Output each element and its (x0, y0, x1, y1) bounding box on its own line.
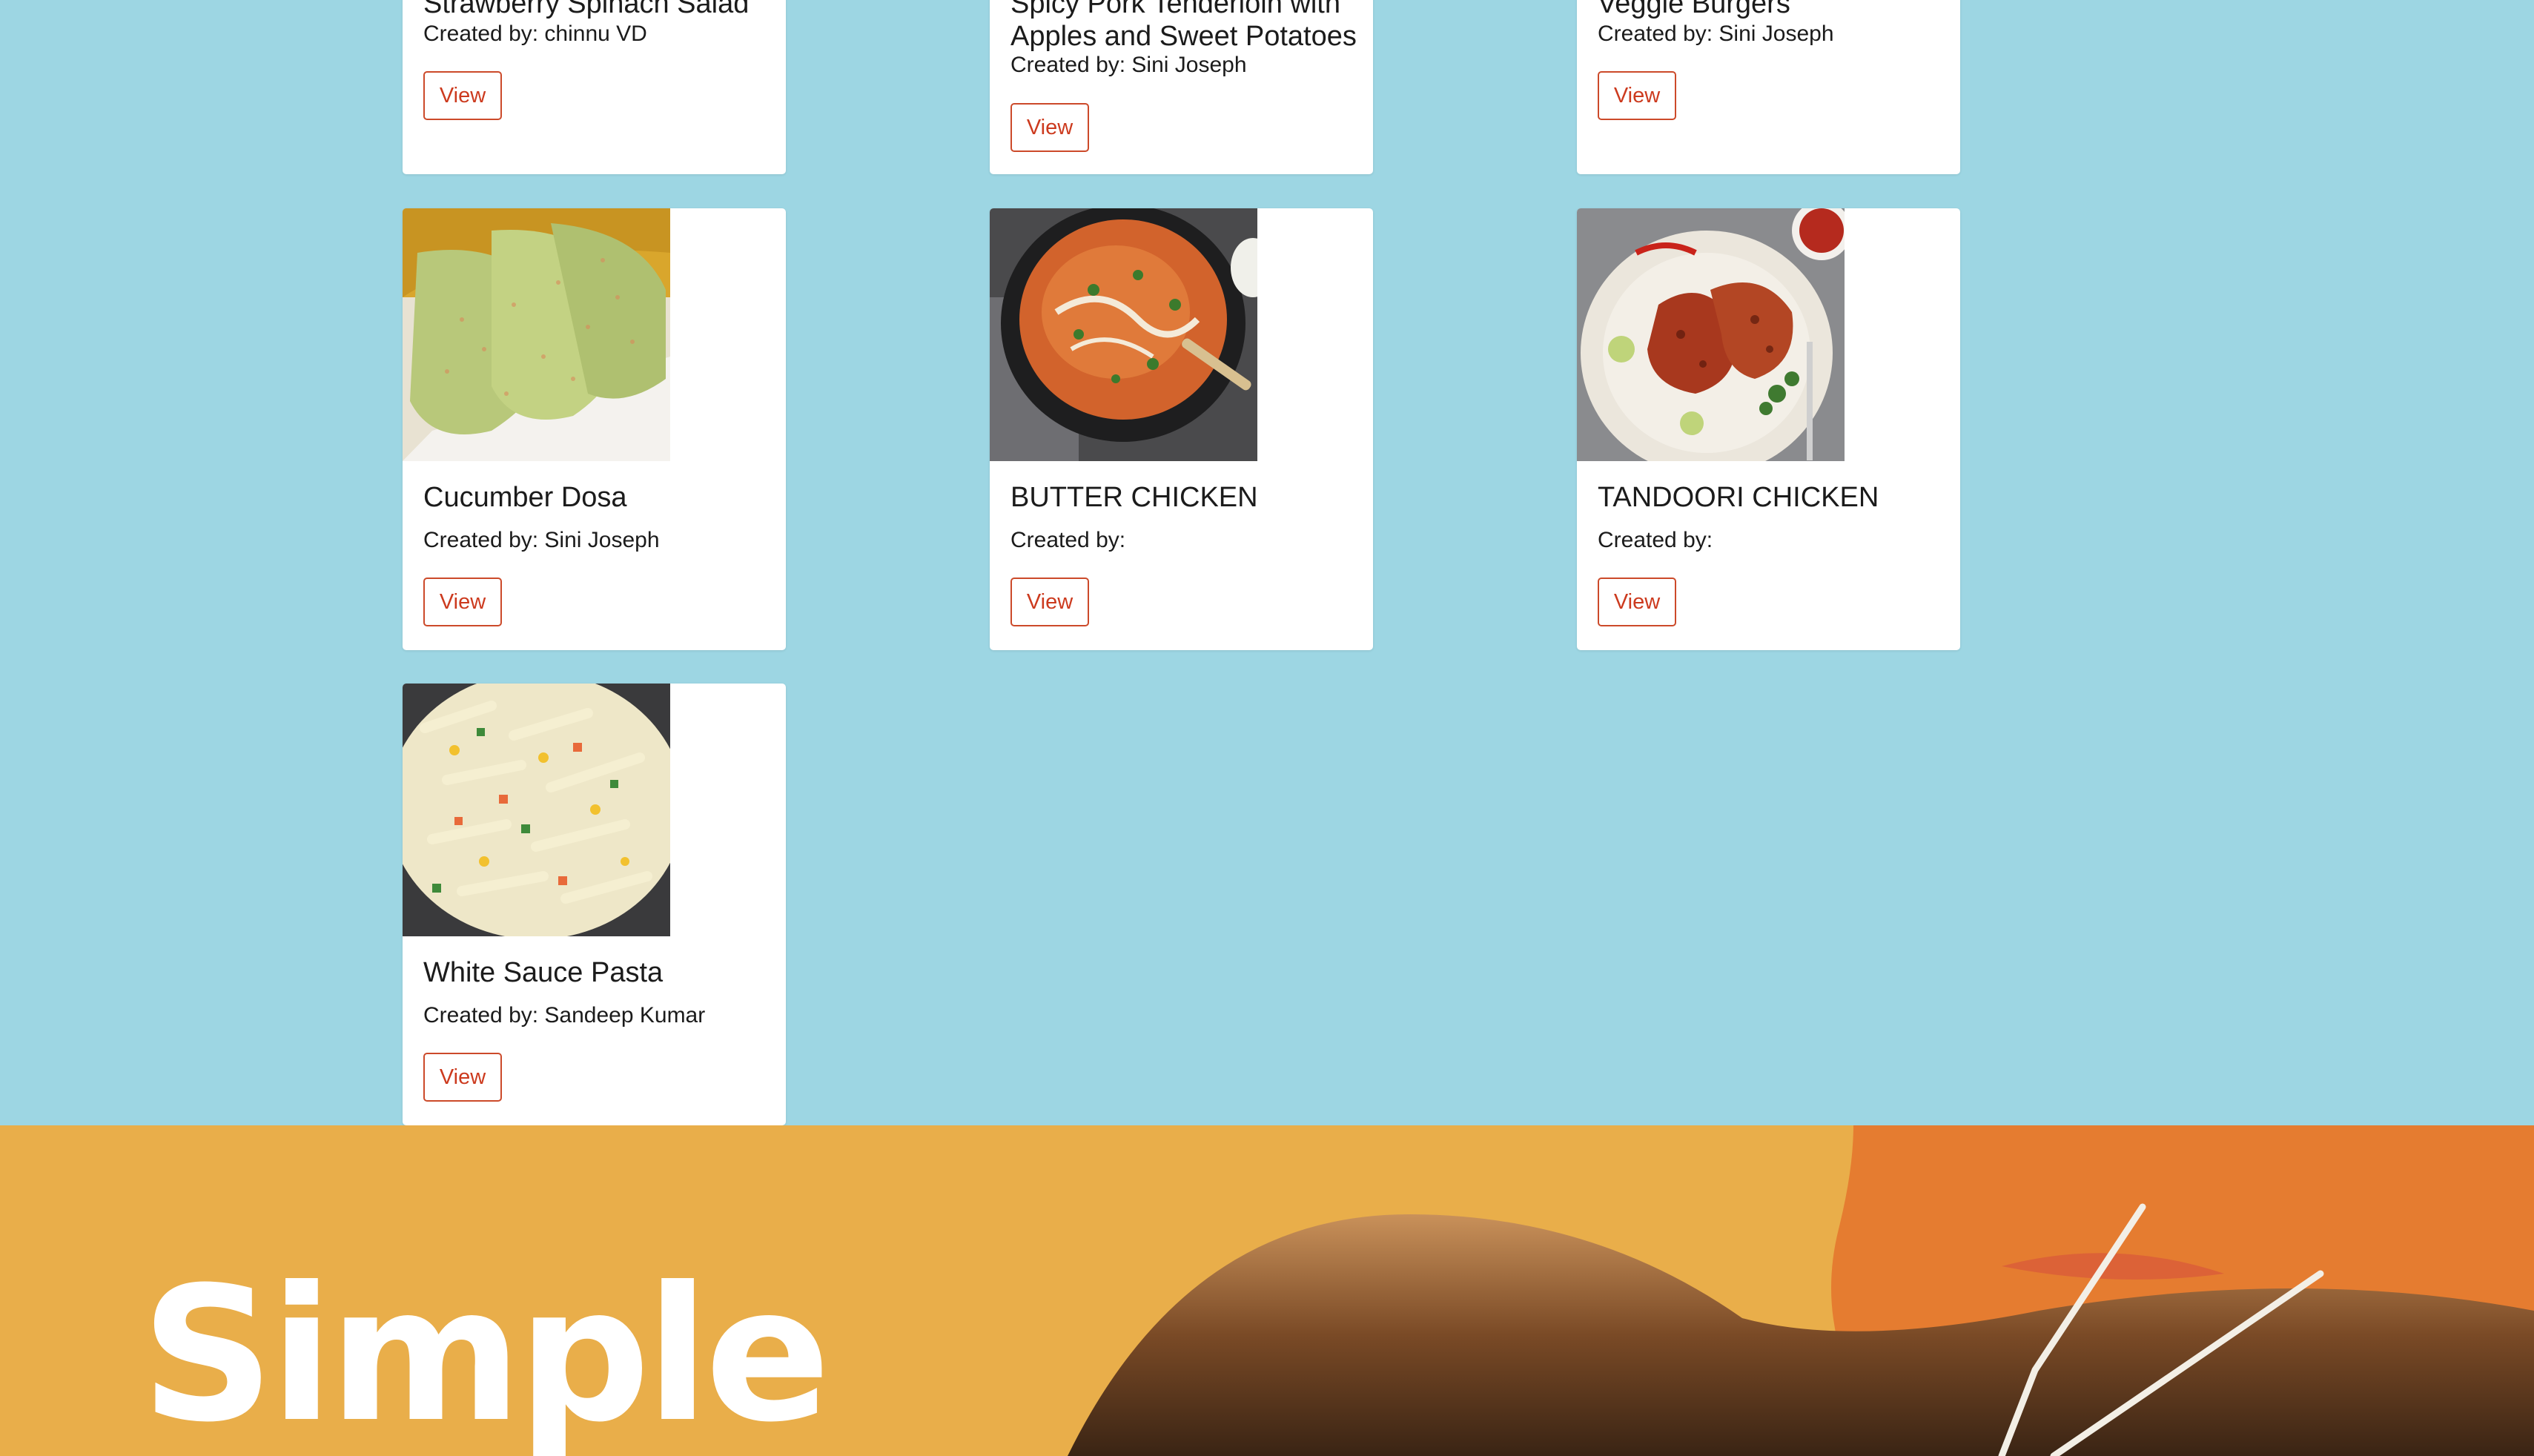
recipe-title-line2: Apples and Sweet Potatoes (1010, 21, 1357, 52)
recipe-creator: Created by: (1598, 528, 1713, 552)
recipe-card: Strawberry Spinach Salad Created by: chi… (403, 0, 786, 174)
footer-banner: Simple (0, 1125, 2534, 1456)
recipe-card: Spicy Pork Tenderloin with Apples and Sw… (990, 0, 1373, 174)
recipe-creator: Created by: chinnu VD (423, 21, 647, 46)
recipe-creator: Created by: Sini Joseph (1598, 21, 1834, 46)
recipe-title: Spicy Pork Tenderloin with (1010, 0, 1340, 19)
recipe-creator: Created by: (1010, 528, 1126, 552)
recipe-card: BUTTER CHICKEN Created by: View (990, 208, 1373, 650)
view-button[interactable]: View (1010, 578, 1089, 626)
recipe-card: White Sauce Pasta Created by: Sandeep Ku… (403, 684, 786, 1125)
recipe-image[interactable] (403, 684, 670, 936)
white-sauce-pasta-photo (403, 684, 670, 936)
recipe-creator: Created by: Sini Joseph (423, 528, 660, 552)
tandoori-chicken-photo (1577, 208, 1845, 461)
cucumber-dosa-photo (403, 208, 670, 461)
recipe-title: Strawberry Spinach Salad (423, 0, 750, 19)
recipe-title: BUTTER CHICKEN (1010, 482, 1258, 513)
view-button[interactable]: View (423, 71, 502, 120)
view-button[interactable]: View (1598, 71, 1676, 120)
recipe-image[interactable] (1577, 208, 1845, 461)
recipe-title: White Sauce Pasta (423, 957, 664, 988)
recipe-card: TANDOORI CHICKEN Created by: View (1577, 208, 1960, 650)
butter-chicken-photo (990, 208, 1257, 461)
recipe-title: Cucumber Dosa (423, 482, 627, 513)
recipe-creator: Created by: Sandeep Kumar (423, 1003, 706, 1028)
recipe-title: Veggie Burgers (1598, 0, 1790, 19)
recipe-card: Cucumber Dosa Created by: Sini Joseph Vi… (403, 208, 786, 650)
recipe-creator: Created by: Sini Joseph (1010, 53, 1247, 77)
recipe-image[interactable] (403, 208, 670, 461)
recipe-card: Veggie Burgers Created by: Sini Joseph V… (1577, 0, 1960, 174)
view-button[interactable]: View (1598, 578, 1676, 626)
view-button[interactable]: View (1010, 103, 1089, 152)
recipe-image[interactable] (990, 208, 1257, 461)
recipe-title: TANDOORI CHICKEN (1598, 482, 1879, 513)
view-button[interactable]: View (423, 1053, 502, 1102)
view-button[interactable]: View (423, 578, 502, 626)
footer-heading: Simple (141, 1247, 830, 1456)
